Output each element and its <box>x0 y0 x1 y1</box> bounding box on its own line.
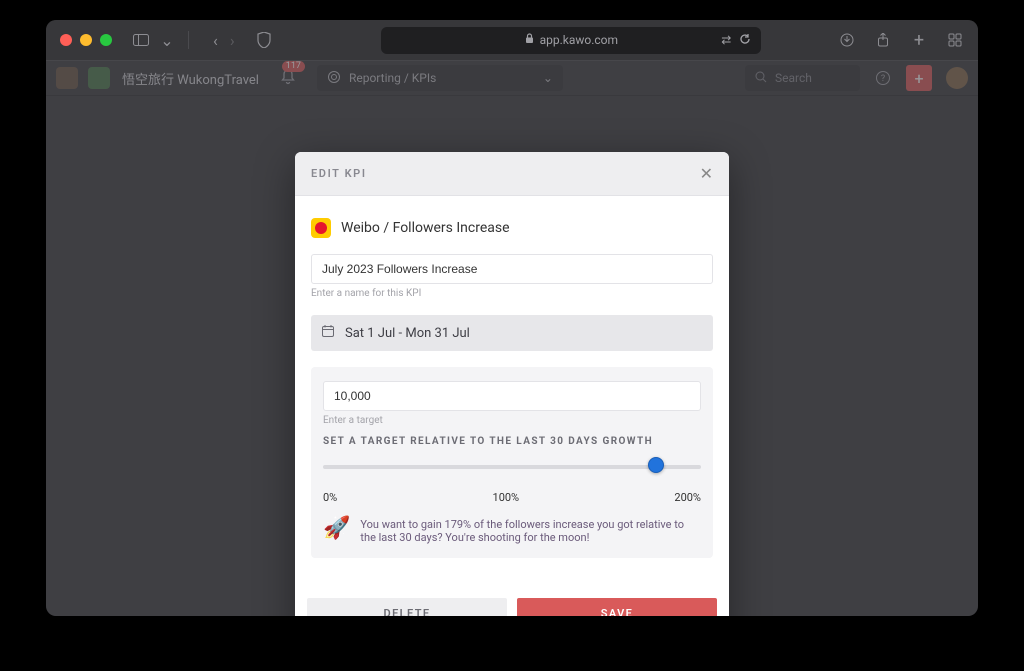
maximize-window-button[interactable] <box>100 34 112 46</box>
kpi-source: Weibo / Followers Increase <box>311 218 713 238</box>
modal-footer: DELETE SAVE <box>295 584 729 616</box>
sidebar-toggle-icon[interactable] <box>132 31 150 49</box>
date-range-field[interactable]: Sat 1 Jul - Mon 31 Jul <box>311 315 713 351</box>
edit-kpi-modal: EDIT KPI ✕ Weibo / Followers Increase En… <box>295 152 729 616</box>
save-button[interactable]: SAVE <box>517 598 717 616</box>
slider-track <box>323 465 701 469</box>
delete-button[interactable]: DELETE <box>307 598 507 616</box>
traffic-lights <box>60 34 112 46</box>
tick-min: 0% <box>323 491 337 504</box>
tick-max: 200% <box>674 491 701 504</box>
target-help: Enter a target <box>323 415 701 426</box>
modal-title: EDIT KPI <box>311 167 367 180</box>
date-range-text: Sat 1 Jul - Mon 31 Jul <box>345 326 470 341</box>
relative-target-message: 🚀 You want to gain 179% of the followers… <box>323 518 701 544</box>
relative-target-message-text: You want to gain 179% of the followers i… <box>360 518 701 544</box>
tabs-grid-icon[interactable] <box>946 31 964 49</box>
relative-target-slider[interactable] <box>323 457 701 489</box>
tick-mid: 100% <box>493 491 520 504</box>
weibo-icon <box>311 218 331 238</box>
chevron-down-icon[interactable]: ⌄ <box>158 31 176 49</box>
target-section: Enter a target SET A TARGET RELATIVE TO … <box>311 367 713 558</box>
address-bar[interactable]: app.kawo.com ⇄ <box>381 27 761 54</box>
target-input[interactable] <box>323 381 701 411</box>
modal-header: EDIT KPI ✕ <box>295 152 729 196</box>
slider-ticks: 0% 100% 200% <box>323 491 701 504</box>
shield-icon[interactable] <box>255 31 273 49</box>
close-window-button[interactable] <box>60 34 72 46</box>
slider-thumb[interactable] <box>648 457 664 473</box>
download-icon[interactable] <box>838 31 856 49</box>
lock-icon <box>525 33 534 47</box>
rocket-icon: 🚀 <box>323 518 350 540</box>
url-text: app.kawo.com <box>540 33 618 47</box>
close-icon[interactable]: ✕ <box>700 164 713 183</box>
modal-body: Weibo / Followers Increase Enter a name … <box>295 196 729 580</box>
calendar-icon <box>321 324 335 342</box>
translate-icon[interactable]: ⇄ <box>721 33 731 48</box>
forward-button[interactable]: › <box>230 31 235 50</box>
new-tab-icon[interactable]: + <box>910 31 928 49</box>
browser-toolbar: ⌄ ‹ › app.kawo.com ⇄ <box>46 20 978 60</box>
back-button[interactable]: ‹ <box>213 31 218 50</box>
browser-window: ⌄ ‹ › app.kawo.com ⇄ <box>46 20 978 616</box>
separator <box>188 31 189 49</box>
reload-icon[interactable] <box>739 33 751 48</box>
kpi-name-input[interactable] <box>311 254 713 284</box>
kpi-source-label: Weibo / Followers Increase <box>341 220 510 236</box>
kpi-name-help: Enter a name for this KPI <box>311 288 713 299</box>
relative-target-heading: SET A TARGET RELATIVE TO THE LAST 30 DAY… <box>323 436 701 447</box>
share-icon[interactable] <box>874 31 892 49</box>
minimize-window-button[interactable] <box>80 34 92 46</box>
